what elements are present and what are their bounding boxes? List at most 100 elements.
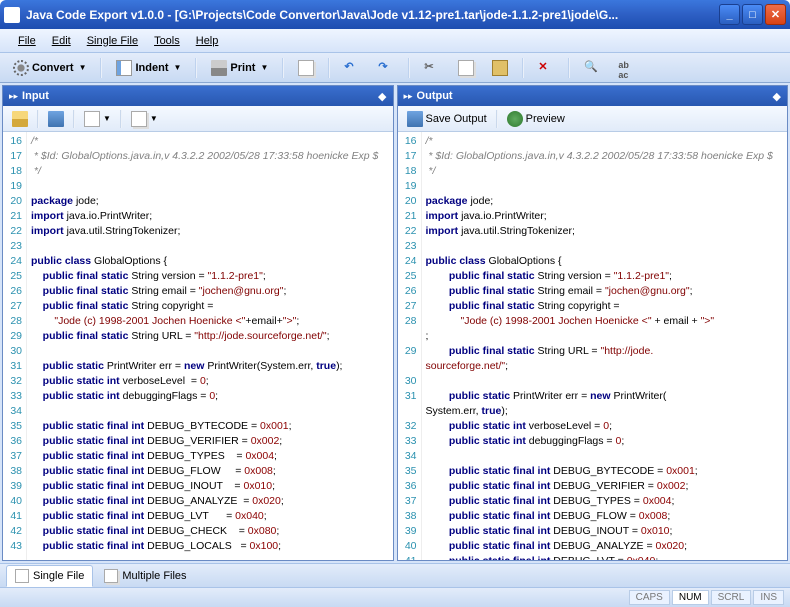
main-toolbar: Convert ▼ Indent ▼ Print ▼ ↶ ↷ ✂ ✕ 🔍 aba… [0,53,790,83]
input-panel-title: Input [22,90,378,102]
preview-button[interactable]: Preview [502,108,570,130]
tab-single-file[interactable]: Single File [6,565,93,587]
save-output-label: Save Output [426,113,487,125]
collapse-arrow-icon[interactable]: ▸▸ [9,91,18,102]
cut-button[interactable]: ✂ [417,56,447,80]
output-editor[interactable]: 16 17 18 19 20 21 22 23 24 25 26 27 28 2… [398,132,788,560]
convert-label: Convert [32,62,74,74]
options-button[interactable]: ▼ [126,108,163,130]
input-code[interactable]: /* * $Id: GlobalOptions.java.in,v 4.3.2.… [27,132,393,560]
panel-separator [120,110,122,128]
paste-button[interactable] [485,56,515,80]
indent-button[interactable]: Indent ▼ [109,56,188,80]
cut-icon: ✂ [424,60,440,76]
pin-icon[interactable]: ◆ [773,90,781,103]
menu-edit[interactable]: Edit [44,33,79,49]
open-button[interactable] [7,108,33,130]
menubar: File Edit Single File Tools Help [0,29,790,53]
paste-icon [492,60,508,76]
new-icon [84,111,100,127]
print-icon [211,60,227,76]
toolbar-separator [328,58,330,78]
panel-separator [496,110,498,128]
menu-tools[interactable]: Tools [146,33,188,49]
collapse-arrow-icon[interactable]: ▸▸ [404,91,413,102]
panel-separator [73,110,75,128]
undo-button[interactable]: ↶ [337,56,367,80]
tab-single-label: Single File [33,570,84,582]
print-label: Print [230,62,255,74]
main-area: ▸▸ Input ◆ ▼ ▼ 16 17 18 19 20 21 22 23 2… [0,83,790,563]
toolbar-separator [568,58,570,78]
status-scrl: SCRL [711,590,752,605]
delete-icon: ✕ [538,60,554,76]
print-button[interactable]: Print ▼ [204,56,275,80]
close-button[interactable]: ✕ [765,4,786,25]
output-panel-toolbar: Save Output Preview [398,106,788,132]
dropdown-arrow-icon: ▼ [260,63,268,72]
preview-icon [507,111,523,127]
indent-icon [116,60,132,76]
statusbar: CAPS NUM SCRL INS [0,587,790,607]
menu-help[interactable]: Help [188,33,227,49]
input-panel-header: ▸▸ Input ◆ [3,86,393,106]
file-icon [15,569,29,583]
new-button[interactable]: ▼ [79,108,116,130]
input-panel: ▸▸ Input ◆ ▼ ▼ 16 17 18 19 20 21 22 23 2… [2,85,394,561]
menu-file[interactable]: File [10,33,44,49]
replace-icon: abac [618,60,634,76]
open-icon [12,111,28,127]
redo-icon: ↷ [378,60,394,76]
output-panel: ▸▸ Output ◆ Save Output Preview 16 17 18… [397,85,789,561]
convert-button[interactable]: Convert ▼ [6,56,93,80]
options-icon [131,111,147,127]
toolbar-separator [282,58,284,78]
files-icon [104,569,118,583]
undo-icon: ↶ [344,60,360,76]
maximize-button[interactable]: □ [742,4,763,25]
preview-label: Preview [526,113,565,125]
copy-icon [298,60,314,76]
save-icon [48,111,64,127]
copy-button[interactable] [291,56,321,80]
input-editor[interactable]: 16 17 18 19 20 21 22 23 24 25 26 27 28 2… [3,132,393,560]
panel-separator [37,110,39,128]
dropdown-arrow-icon: ▼ [173,63,181,72]
titlebar: Java Code Export v1.0.0 - [G:\Projects\C… [0,0,790,29]
tab-multiple-files[interactable]: Multiple Files [95,565,195,587]
output-panel-title: Output [417,90,773,102]
window-controls: _ □ ✕ [719,4,786,25]
dropdown-arrow-icon: ▼ [79,63,87,72]
delete-button[interactable]: ✕ [531,56,561,80]
output-gutter: 16 17 18 19 20 21 22 23 24 25 26 27 28 2… [398,132,422,560]
redo-button[interactable]: ↷ [371,56,401,80]
output-panel-header: ▸▸ Output ◆ [398,86,788,106]
indent-label: Indent [135,62,168,74]
find-icon: 🔍 [584,60,600,76]
status-ins: INS [753,590,784,605]
pin-icon[interactable]: ◆ [378,90,386,103]
dropdown-arrow-icon: ▼ [103,114,111,123]
output-code[interactable]: /* * $Id: GlobalOptions.java.in,v 4.3.2.… [422,132,788,560]
window-title: Java Code Export v1.0.0 - [G:\Projects\C… [26,8,719,22]
minimize-button[interactable]: _ [719,4,740,25]
status-caps: CAPS [629,590,670,605]
status-num: NUM [672,590,709,605]
dropdown-arrow-icon: ▼ [150,114,158,123]
bottom-tabs: Single File Multiple Files [0,563,790,587]
input-panel-toolbar: ▼ ▼ [3,106,393,132]
save-output-button[interactable]: Save Output [402,108,492,130]
menu-single-file[interactable]: Single File [79,33,146,49]
save-icon [407,111,423,127]
input-gutter: 16 17 18 19 20 21 22 23 24 25 26 27 28 2… [3,132,27,560]
toolbar-separator [522,58,524,78]
gear-icon [13,60,29,76]
save-button[interactable] [43,108,69,130]
find-button[interactable]: 🔍 [577,56,607,80]
replace-button[interactable]: abac [611,56,641,80]
toolbar-separator [100,58,102,78]
copy2-button[interactable] [451,56,481,80]
tab-multiple-label: Multiple Files [122,570,186,582]
toolbar-separator [195,58,197,78]
app-icon [4,7,20,23]
